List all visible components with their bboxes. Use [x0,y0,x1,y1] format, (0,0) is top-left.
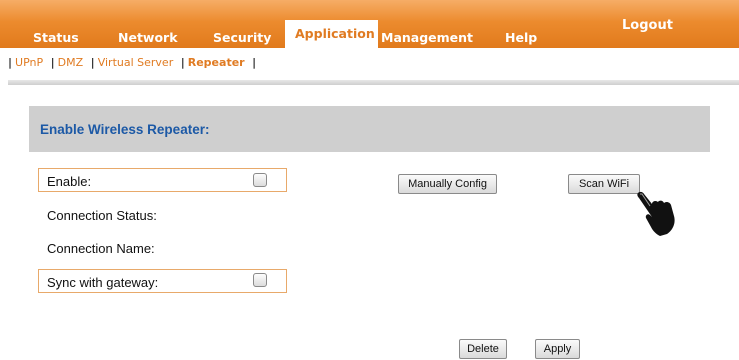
subnav-repeater[interactable]: Repeater [188,56,245,69]
tab-security[interactable]: Security [213,30,271,45]
subnav-separator: | [50,56,55,69]
hand-pointer-icon [637,191,675,236]
subnav-separator: | [180,56,185,69]
enable-checkbox[interactable] [253,173,267,187]
apply-button[interactable]: Apply [535,339,580,359]
connection-status-label: Connection Status: [47,208,157,223]
subnav-separator: | [252,56,257,69]
panel-title: Enable Wireless Repeater: [40,122,210,137]
tab-management[interactable]: Management [381,30,473,45]
tab-status[interactable]: Status [33,30,79,45]
subnav-upnp[interactable]: UPnP [15,56,43,69]
scan-wifi-button[interactable]: Scan WiFi [568,174,640,194]
subnav-dmz[interactable]: DMZ [58,56,84,69]
tab-network[interactable]: Network [118,30,178,45]
header-divider [8,80,739,85]
subnav-separator: | [90,56,95,69]
top-navigation-bar: Status Network Security Application Mana… [0,0,739,48]
logout-link[interactable]: Logout [622,18,673,33]
manually-config-button[interactable]: Manually Config [398,174,497,194]
tab-help[interactable]: Help [505,30,537,45]
subnav-virtual-server[interactable]: Virtual Server [98,56,174,69]
panel-header: Enable Wireless Repeater: [29,106,710,152]
connection-name-label: Connection Name: [47,241,155,256]
sync-gateway-label: Sync with gateway: [47,275,159,290]
enable-label: Enable: [47,174,92,189]
delete-button[interactable]: Delete [459,339,507,359]
subnav-separator: | [8,56,13,69]
sync-gateway-checkbox[interactable] [253,273,267,287]
tab-application[interactable]: Application [285,20,378,48]
sub-navigation: | UPnP | DMZ | Virtual Server | Repeater | [0,56,259,72]
